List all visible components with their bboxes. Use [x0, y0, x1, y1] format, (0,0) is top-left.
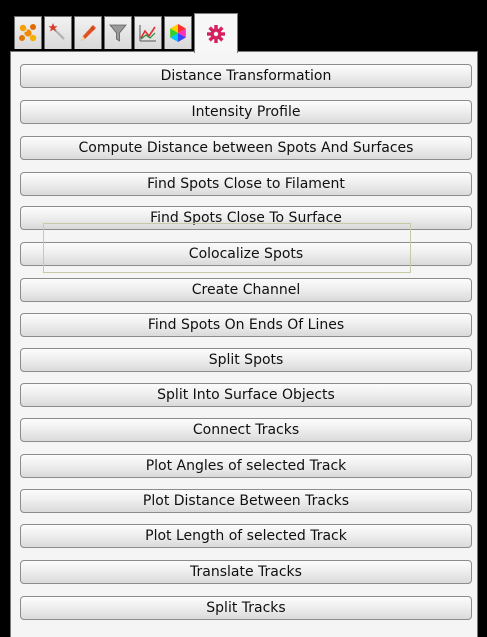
magic-wand-icon: [47, 22, 69, 44]
gear-icon: [205, 23, 227, 45]
color-wheel-icon: [167, 22, 189, 44]
statistics-icon: [137, 22, 159, 44]
distance-transformation-button[interactable]: Distance Transformation: [20, 64, 472, 88]
colocalize-spots-button[interactable]: Colocalize Spots: [20, 242, 472, 266]
intensity-profile-button[interactable]: Intensity Profile: [20, 100, 472, 124]
find-spots-close-to-filament-button[interactable]: Find Spots Close to Filament: [20, 172, 472, 196]
find-spots-on-ends-of-lines-button[interactable]: Find Spots On Ends Of Lines: [20, 313, 472, 337]
tab-pencil[interactable]: [74, 16, 102, 49]
split-spots-button[interactable]: Split Spots: [20, 348, 472, 372]
create-channel-button[interactable]: Create Channel: [20, 278, 472, 302]
compute-distance-spots-surfaces-button[interactable]: Compute Distance between Spots And Surfa…: [20, 136, 472, 160]
connect-tracks-button[interactable]: Connect Tracks: [20, 418, 472, 442]
filter-icon: [107, 22, 129, 44]
plot-angles-selected-track-button[interactable]: Plot Angles of selected Track: [20, 454, 472, 478]
tab-statistics[interactable]: [134, 16, 162, 49]
pencil-icon: [77, 22, 99, 44]
plot-length-selected-track-button[interactable]: Plot Length of selected Track: [20, 524, 472, 548]
find-spots-close-to-surface-button[interactable]: Find Spots Close To Surface: [20, 206, 472, 230]
tab-xtensions[interactable]: [194, 13, 238, 53]
tab-color[interactable]: [164, 16, 192, 49]
tab-molecule[interactable]: [14, 16, 42, 49]
xtensions-panel: Distance Transformation Intensity Profil…: [10, 51, 478, 637]
translate-tracks-button[interactable]: Translate Tracks: [20, 560, 472, 584]
tab-filter[interactable]: [104, 16, 132, 49]
plot-distance-between-tracks-button[interactable]: Plot Distance Between Tracks: [20, 489, 472, 513]
split-tracks-button[interactable]: Split Tracks: [20, 596, 472, 620]
split-into-surface-objects-button[interactable]: Split Into Surface Objects: [20, 383, 472, 407]
tab-magic-wand[interactable]: [44, 16, 72, 49]
molecule-icon: [17, 22, 39, 44]
tab-bar: [14, 13, 380, 53]
